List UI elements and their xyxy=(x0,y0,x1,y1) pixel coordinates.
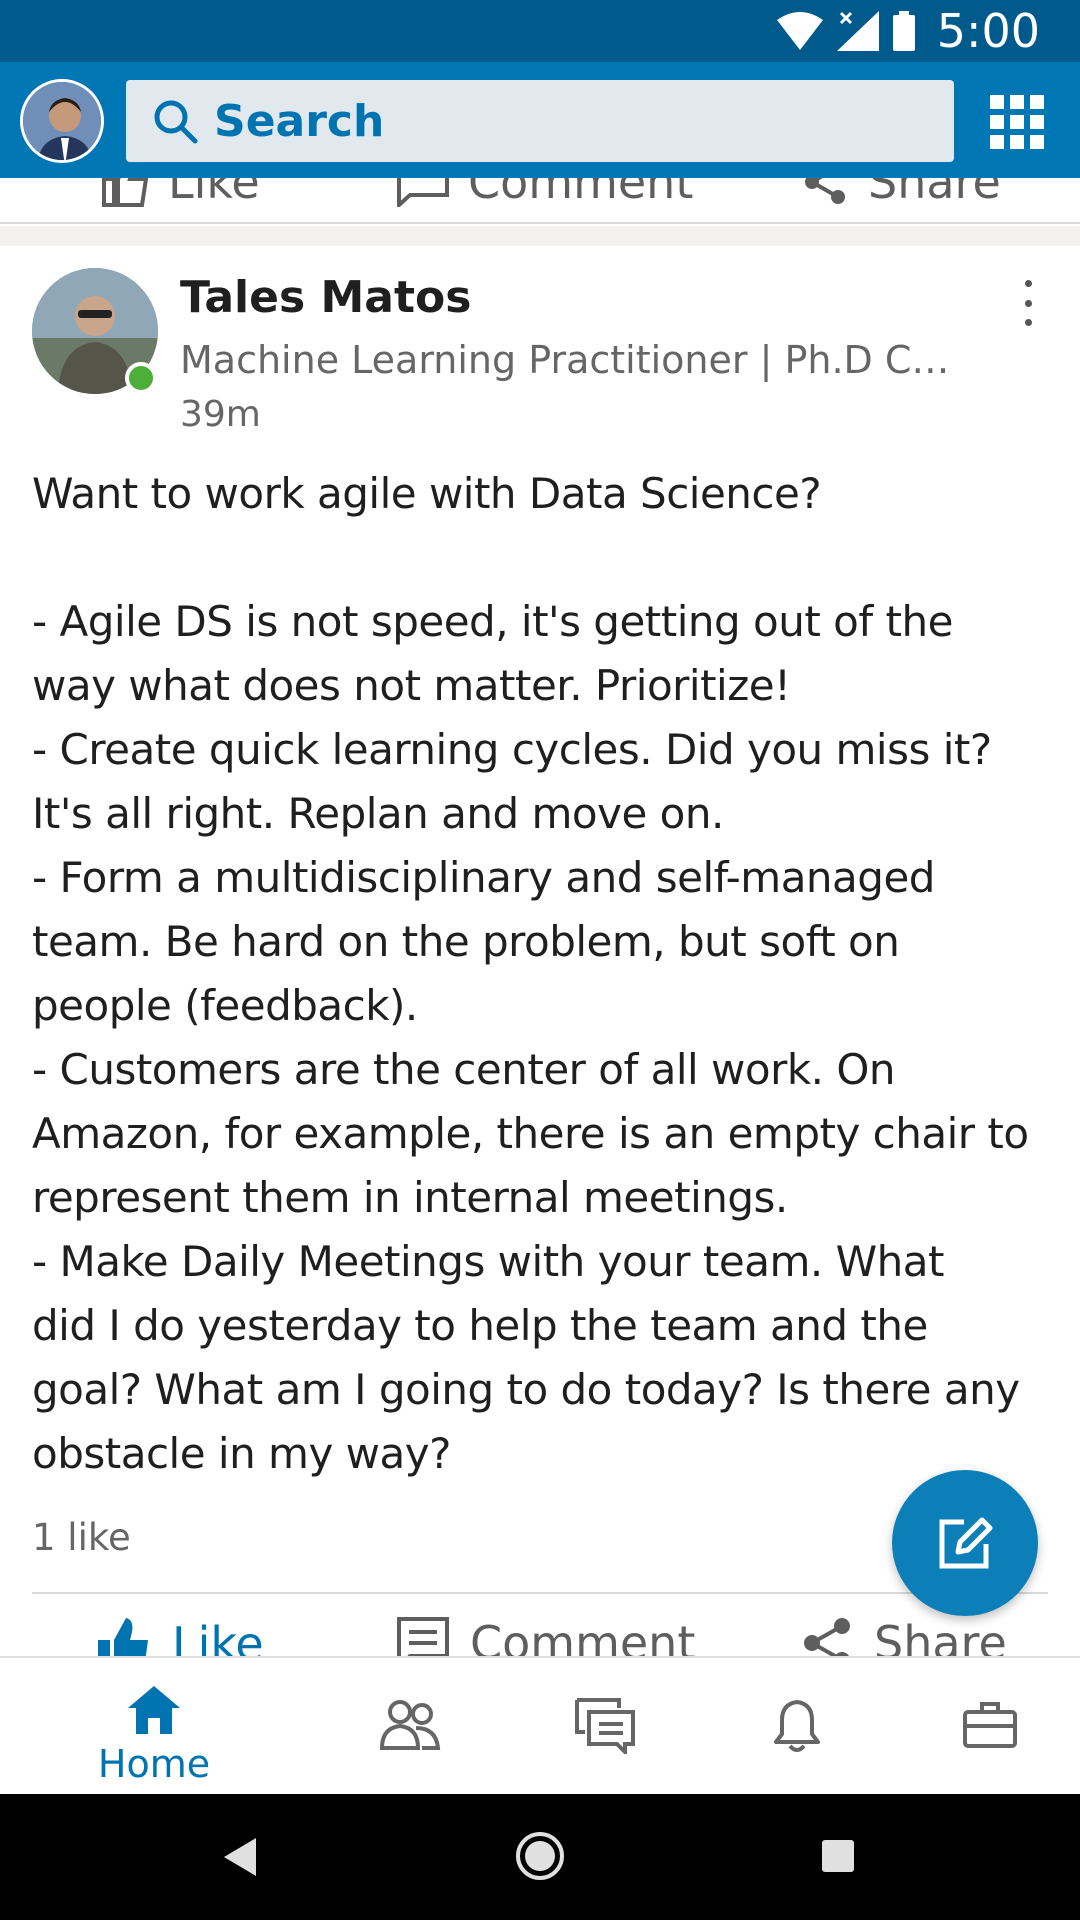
more-options-icon[interactable] xyxy=(1020,280,1036,326)
post-line: did I do yesterday to help the team and … xyxy=(32,1301,928,1350)
back-icon[interactable] xyxy=(222,1836,258,1878)
previous-like-label: Like xyxy=(168,178,260,209)
nav-home[interactable]: Home xyxy=(54,1658,254,1796)
previous-like-button[interactable]: Like xyxy=(100,178,260,212)
post-line: people (feedback). xyxy=(32,981,418,1030)
recent-apps-icon[interactable] xyxy=(820,1838,856,1874)
like-button[interactable]: Like xyxy=(96,1616,264,1656)
previous-share-button[interactable]: Share xyxy=(800,178,1001,212)
wifi-icon xyxy=(776,12,823,50)
likes-count[interactable]: 1 like xyxy=(32,1516,131,1559)
thumbs-up-icon xyxy=(102,178,149,207)
compose-post-button[interactable] xyxy=(892,1470,1038,1616)
nav-my-network[interactable] xyxy=(310,1658,510,1796)
app-header: Search xyxy=(0,62,1080,178)
post-line: represent them in internal meetings. xyxy=(32,1173,788,1222)
previous-comment-label: Comment xyxy=(468,178,694,209)
post-line: obstacle in my way? xyxy=(32,1429,451,1478)
briefcase-icon xyxy=(963,1702,1017,1748)
like-label: Like xyxy=(172,1617,264,1656)
comment-icon xyxy=(397,1617,449,1656)
post-line: - Form a multidisciplinary and self-mana… xyxy=(32,853,935,902)
nav-home-label: Home xyxy=(97,1742,211,1786)
nav-jobs[interactable] xyxy=(890,1658,1080,1796)
status-icons: 5:00 xyxy=(776,4,1040,58)
post-line: way what does not matter. Prioritize! xyxy=(32,661,791,710)
post-line: team. Be hard on the problem, but soft o… xyxy=(32,917,900,966)
status-time: 5:00 xyxy=(936,4,1040,58)
my-profile-avatar[interactable] xyxy=(20,79,104,163)
search-bar[interactable]: Search xyxy=(126,80,954,162)
previous-post-actions: Like Comment Share xyxy=(0,178,1080,224)
share-icon xyxy=(805,178,845,204)
post-line: Amazon, for example, there is an empty c… xyxy=(32,1109,1029,1158)
people-icon xyxy=(379,1700,441,1750)
feed-separator xyxy=(0,226,1080,246)
post-line: - Create quick learning cycles. Did you … xyxy=(32,725,992,774)
post-body: Want to work agile with Data Science? - … xyxy=(32,462,1052,1486)
author-name[interactable]: Tales Matos xyxy=(180,272,471,323)
post-line: - Agile DS is not speed, it's getting ou… xyxy=(32,597,953,646)
system-navigation-bar xyxy=(0,1794,1080,1920)
status-bar: 5:00 xyxy=(0,0,1080,62)
thumbs-up-filled-icon xyxy=(98,1618,148,1656)
post-line: Want to work agile with Data Science? xyxy=(32,469,822,518)
comment-label: Comment xyxy=(470,1616,696,1656)
profile-photo-icon xyxy=(23,82,101,160)
cell-signal-icon xyxy=(836,11,879,51)
post-line: - Customers are the center of all work. … xyxy=(32,1045,896,1094)
post-timestamp: 39m xyxy=(180,394,261,435)
home-circle-icon[interactable] xyxy=(514,1830,566,1882)
feed-post: Tales Matos Machine Learning Practitione… xyxy=(0,246,1080,1656)
post-divider xyxy=(32,1592,1048,1594)
online-status-indicator xyxy=(125,362,157,394)
nav-messaging[interactable] xyxy=(505,1658,705,1796)
messages-icon xyxy=(575,1698,635,1754)
bell-icon xyxy=(774,1700,820,1752)
author-headline: Machine Learning Practitioner | Ph.D Ca… xyxy=(180,338,960,382)
bottom-navigation: Home xyxy=(0,1656,1080,1794)
search-icon xyxy=(154,100,198,144)
previous-comment-button[interactable]: Comment xyxy=(396,178,693,212)
post-line: goal? What am I going to do today? Is th… xyxy=(32,1365,1020,1414)
previous-share-label: Share xyxy=(868,178,1001,209)
search-placeholder: Search xyxy=(214,95,385,147)
battery-icon xyxy=(892,11,915,51)
edit-pencil-icon xyxy=(939,1517,993,1569)
post-line: It's all right. Replan and move on. xyxy=(32,789,724,838)
share-button[interactable]: Share xyxy=(800,1616,1007,1656)
apps-grid-icon[interactable] xyxy=(990,95,1044,149)
post-line xyxy=(32,526,1052,590)
comment-icon xyxy=(397,178,449,207)
comment-button[interactable]: Comment xyxy=(396,1616,695,1656)
nav-notifications[interactable] xyxy=(697,1658,897,1796)
share-label: Share xyxy=(874,1616,1007,1656)
home-icon xyxy=(128,1686,180,1734)
share-icon xyxy=(804,1618,850,1656)
post-line: - Make Daily Meetings with your team. Wh… xyxy=(32,1237,944,1286)
post-actions: Like Comment Share xyxy=(0,1602,1080,1656)
